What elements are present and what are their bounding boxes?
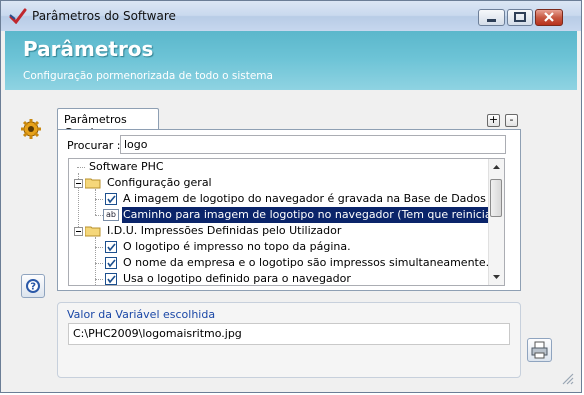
tree-item-label: O nome da empresa e o logotipo são impre… [123,256,490,269]
minimize-button[interactable] [478,9,505,26]
checkmark-icon [107,195,116,204]
help-icon: ? [26,279,40,293]
scroll-down-arrow-icon[interactable] [489,269,504,285]
expand-all-button[interactable]: + [487,113,500,127]
checkbox[interactable] [105,193,117,205]
tree-item-checkbox[interactable]: O logotipo é impresso no topo da página. [69,239,489,255]
help-button[interactable]: ? [21,274,45,298]
checkmark-icon [107,275,116,284]
tree-folder-configuracao-geral[interactable]: Configuração geral [69,175,489,191]
tree-line [77,167,85,168]
checkbox[interactable] [105,241,117,253]
scroll-up-arrow-icon[interactable] [489,159,504,175]
value-panel-label: Valor da Variável escolhida [67,308,216,321]
tree-item-label: Usa o logotipo definido para o navegador [123,272,351,285]
tree-item-selected[interactable]: ab Caminho para imagem de logotipo no na… [69,207,504,223]
window-title: Parâmetros do Software [32,9,176,23]
collapse-toggle-icon[interactable] [74,227,83,236]
close-button[interactable] [535,9,563,26]
tree-root-label: Software PHC [89,160,164,173]
tree-item-label: O logotipo é impresso no topo da página. [123,240,351,253]
search-label: Procurar : [67,139,121,152]
tree-item-checkbox[interactable]: A imagem de logotipo do navegador é grav… [69,191,504,207]
search-input[interactable] [120,135,506,154]
svg-text:?: ? [30,282,36,293]
checkmark-logo-icon [9,8,27,24]
text-parameter-icon: ab [103,209,119,221]
banner-title: Parâmetros [23,37,154,61]
resize-grip-icon[interactable] [560,371,574,385]
tree-item-checkbox[interactable]: Usa o logotipo definido para o navegador [69,271,489,285]
tree-item-label: I.D.U. Impressões Definidas pelo Utiliza… [107,224,342,237]
plus-icon: + [488,113,499,126]
close-icon [544,12,554,22]
print-button[interactable] [527,338,552,362]
folder-icon [85,226,101,237]
gear-icon [21,119,41,139]
title-bar[interactable]: Parâmetros do Software [1,1,581,31]
checkmark-icon [107,243,116,252]
collapse-toggle-icon[interactable] [74,179,83,188]
banner-subtitle: Configuração pormenorizada de todo o sis… [23,70,273,82]
maximize-button[interactable] [507,9,533,26]
maximize-icon [514,12,526,22]
tree-item-label: Caminho para imagem de logotipo no naveg… [122,207,504,223]
tree-folder-idu[interactable]: I.D.U. Impressões Definidas pelo Utiliza… [69,223,489,239]
minus-icon: - [509,113,514,126]
variable-value-field[interactable]: C:\PHC2009\logomaisritmo.jpg [68,323,510,345]
vertical-scrollbar[interactable] [488,159,504,285]
folder-icon [85,178,101,189]
tree-item-label: A imagem de logotipo do navegador é grav… [123,192,505,205]
checkbox[interactable] [105,257,117,269]
scrollbar-thumb[interactable] [490,179,502,217]
minimize-icon [487,19,496,22]
checkbox[interactable] [105,273,117,285]
printer-icon [531,341,548,359]
collapse-all-button[interactable]: - [505,113,518,127]
tree-item-label: Configuração geral [107,176,212,189]
parameters-tree[interactable]: Software PHC Configuração geral A imagem… [68,158,505,286]
tree-item-checkbox[interactable]: O nome da empresa e o logotipo são impre… [69,255,489,271]
tab-parametros-gerais[interactable]: Parâmetros Gerais [57,108,159,139]
checkmark-icon [107,259,116,268]
header-banner: Parâmetros Configuração pormenorizada de… [5,31,577,90]
